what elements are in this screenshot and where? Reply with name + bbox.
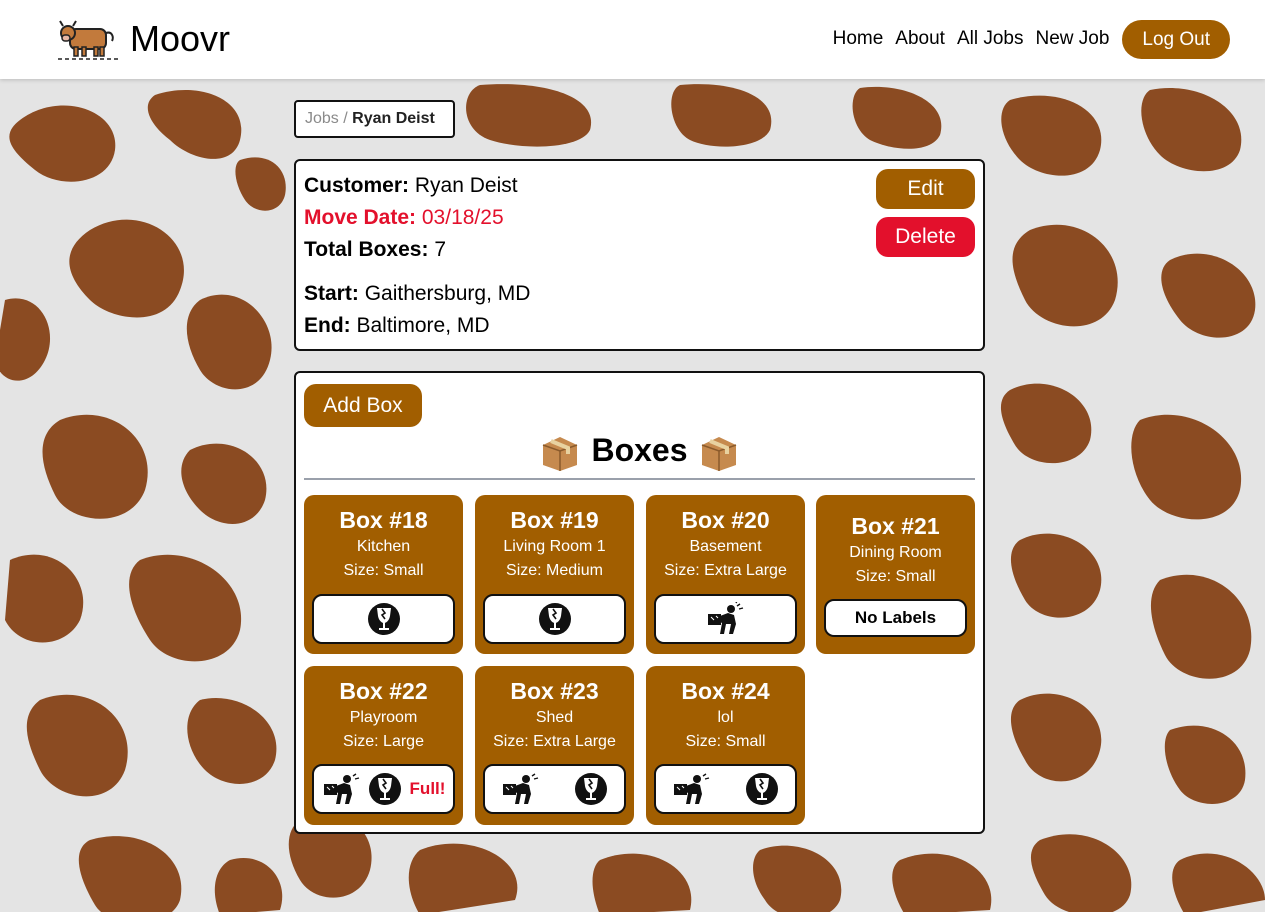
box-number: Box #21	[851, 513, 940, 539]
job-details-card: Customer: Ryan Deist Move Date: 03/18/25…	[294, 159, 985, 351]
box-card[interactable]: Box #18 Kitchen Size: Small	[304, 495, 463, 654]
add-box-button[interactable]: Add Box	[304, 384, 422, 427]
box-labels	[654, 594, 797, 644]
fragile-icon	[367, 603, 400, 635]
box-labels	[654, 764, 797, 814]
box-number: Box #18	[339, 507, 428, 533]
box-room: Living Room 1	[503, 538, 606, 555]
breadcrumb-separator: /	[343, 110, 348, 127]
delete-job-button[interactable]: Delete	[876, 217, 975, 257]
boxes-card: Add Box Boxes Box #18 Kitchen Size: Smal…	[294, 371, 985, 834]
nav-links: Home About All Jobs New Job Log Out	[833, 19, 1230, 59]
start-label: Start:	[304, 282, 359, 305]
box-room: Kitchen	[356, 538, 411, 555]
move-date-row: Move Date: 03/18/25	[304, 202, 504, 234]
box-labels: Full!	[312, 764, 455, 814]
nav-all-jobs-link[interactable]: All Jobs	[957, 19, 1024, 59]
breadcrumb: Jobs / Ryan Deist	[294, 100, 455, 138]
brand[interactable]: Moovr	[58, 14, 230, 64]
fragile-icon	[574, 773, 607, 805]
box-room: lol	[717, 709, 734, 726]
box-room: Playroom	[349, 709, 418, 726]
total-boxes-value: 7	[434, 238, 446, 261]
cow-logo-icon	[58, 20, 118, 60]
logout-button[interactable]: Log Out	[1122, 19, 1230, 59]
box-labels	[483, 594, 626, 644]
fragile-icon	[368, 773, 401, 805]
box-size: Size: Large	[343, 733, 424, 750]
fragile-icon	[745, 773, 778, 805]
end-label: End:	[304, 314, 351, 337]
box-number: Box #23	[510, 678, 599, 704]
box-size: Size: Small	[685, 733, 766, 750]
heavy-lift-icon	[503, 773, 539, 804]
box-card[interactable]: Box #19 Living Room 1 Size: Medium	[475, 495, 634, 654]
start-row: Start: Gaithersburg, MD	[304, 278, 530, 310]
brand-name: Moovr	[130, 18, 231, 59]
nav-about-link[interactable]: About	[895, 19, 945, 59]
end-value: Baltimore, MD	[356, 314, 490, 337]
box-card[interactable]: Box #20 Basement Size: Extra Large	[646, 495, 805, 654]
total-boxes-row: Total Boxes: 7	[304, 234, 446, 266]
breadcrumb-current: Ryan Deist	[352, 110, 435, 127]
box-size: Size: Medium	[506, 562, 603, 579]
move-date-label: Move Date:	[304, 206, 417, 229]
box-size: Size: Extra Large	[664, 562, 787, 579]
customer-label: Customer:	[304, 174, 410, 197]
nav-new-job-link[interactable]: New Job	[1035, 19, 1109, 59]
box-size: Size: Extra Large	[493, 733, 616, 750]
fragile-icon	[538, 603, 571, 635]
box-card[interactable]: Box #24 lol Size: Small	[646, 666, 805, 825]
end-row: End: Baltimore, MD	[304, 310, 490, 342]
box-card[interactable]: Box #22 Playroom Size: Large Full!	[304, 666, 463, 825]
no-labels-badge: No Labels	[824, 599, 967, 637]
move-date-value: 03/18/25	[421, 206, 504, 229]
box-number: Box #19	[510, 507, 599, 533]
customer-row: Customer: Ryan Deist	[304, 170, 518, 202]
full-badge: Full!	[409, 779, 446, 798]
box-number: Box #20	[681, 507, 770, 533]
start-value: Gaithersburg, MD	[364, 282, 531, 305]
package-icon	[542, 436, 577, 471]
package-icon	[702, 436, 737, 471]
boxes-heading: Boxes	[296, 428, 983, 473]
edit-job-button[interactable]: Edit	[876, 169, 975, 209]
box-room: Shed	[535, 709, 574, 726]
breadcrumb-jobs-link[interactable]: Jobs	[305, 110, 339, 127]
nav-home-link[interactable]: Home	[833, 19, 884, 59]
top-navbar: Moovr Home About All Jobs New Job Log Ou…	[0, 0, 1265, 79]
customer-value: Ryan Deist	[414, 174, 518, 197]
box-room: Basement	[689, 538, 762, 555]
box-card[interactable]: Box #21 Dining Room Size: Small No Label…	[816, 495, 975, 654]
box-size: Size: Small	[855, 568, 936, 585]
heavy-lift-icon	[674, 773, 710, 804]
boxes-title: Boxes	[591, 432, 688, 468]
box-labels	[312, 594, 455, 644]
section-divider	[304, 478, 975, 480]
box-room: Dining Room	[849, 544, 942, 561]
box-size: Size: Small	[343, 562, 424, 579]
box-number: Box #24	[681, 678, 770, 704]
total-boxes-label: Total Boxes:	[304, 238, 429, 261]
box-labels	[483, 764, 626, 814]
box-card[interactable]: Box #23 Shed Size: Extra Large	[475, 666, 634, 825]
heavy-lift-icon	[323, 773, 359, 804]
box-number: Box #22	[339, 678, 428, 704]
heavy-lift-icon	[707, 602, 743, 634]
